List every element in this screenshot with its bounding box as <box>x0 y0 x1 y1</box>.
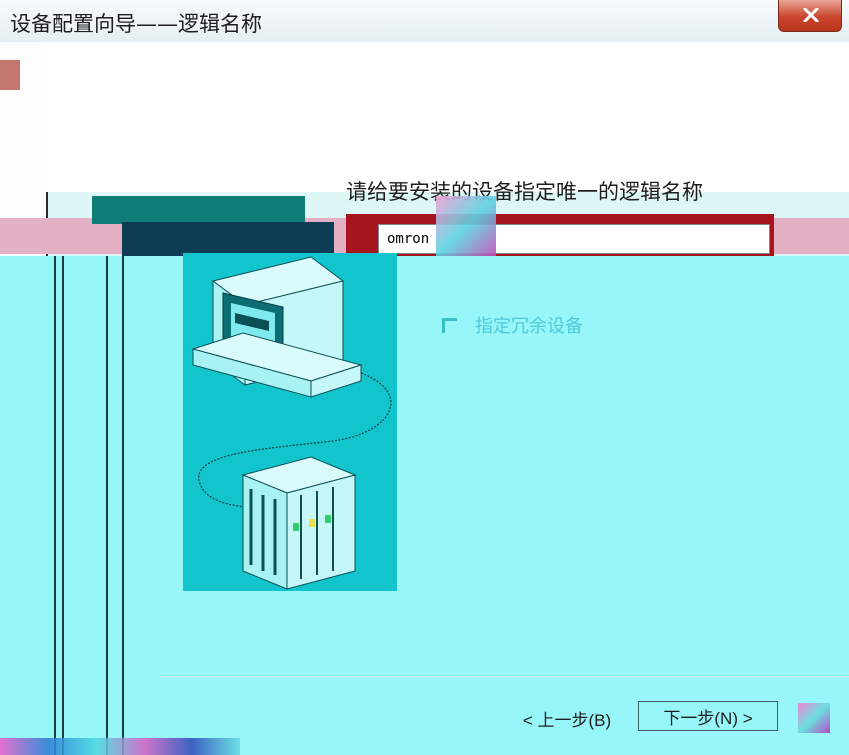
taskbar-artifact <box>0 738 240 755</box>
computer-icon <box>191 256 363 398</box>
divider-line <box>62 256 64 755</box>
cancel-button-artifact[interactable] <box>798 703 830 733</box>
plc-device-icon <box>241 456 357 590</box>
redundant-device-option[interactable]: 指定冗余设备 <box>442 312 583 338</box>
wizard-illustration <box>183 253 397 591</box>
close-button[interactable] <box>778 0 842 32</box>
divider-line <box>106 256 108 755</box>
divider-line <box>122 256 124 755</box>
window-title: 设备配置向导——逻辑名称 <box>10 12 262 36</box>
title-bar: 设备配置向导——逻辑名称 <box>0 0 849 43</box>
main-panel <box>0 256 849 755</box>
logical-name-prompt: 请给要安装的设备指定唯一的逻辑名称 <box>346 180 703 204</box>
footer-separator <box>160 676 849 677</box>
divider-line <box>54 256 56 755</box>
close-icon <box>803 8 819 22</box>
next-button[interactable]: 下一步(N) > <box>638 701 778 731</box>
frame-edge-mark <box>0 60 20 90</box>
redundant-device-label: 指定冗余设备 <box>475 316 583 337</box>
back-button[interactable]: < 上一步(B) <box>500 703 634 733</box>
redundant-device-checkbox[interactable] <box>442 317 457 333</box>
artifact-band-navy <box>122 222 334 256</box>
artifact-band-teal <box>92 196 305 224</box>
text-cursor-artifact <box>436 196 496 258</box>
header-panel <box>46 42 849 192</box>
device-config-wizard-window: 设备配置向导——逻辑名称 请给要安装的设备指定唯一的逻辑名称 omron 指定冗… <box>0 0 849 755</box>
